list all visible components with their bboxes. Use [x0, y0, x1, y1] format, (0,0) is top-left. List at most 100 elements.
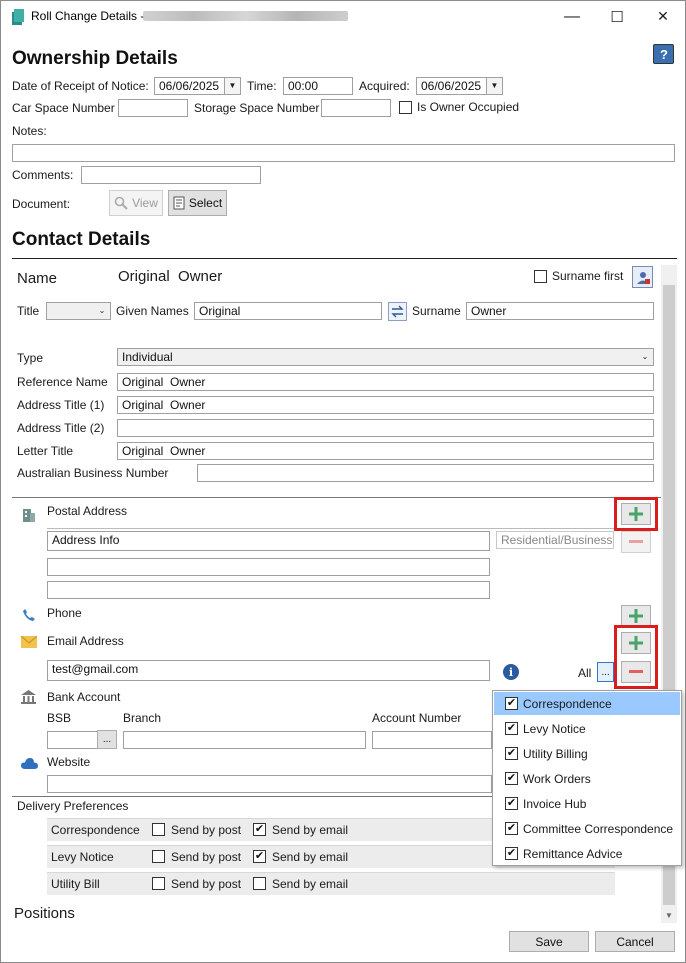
popup-checkbox[interactable]: ✔: [505, 797, 518, 810]
given-names-input[interactable]: Original: [194, 302, 382, 320]
remove-email-button[interactable]: [621, 661, 651, 683]
title-dropdown[interactable]: ⌄: [46, 302, 111, 320]
popup-checkbox[interactable]: ✔: [505, 747, 518, 760]
popup-item-remittance-advice[interactable]: ✔ Remittance Advice: [494, 842, 680, 865]
contact-card-icon[interactable]: [632, 266, 653, 288]
cancel-button[interactable]: Cancel: [595, 931, 675, 952]
add-postal-address-button[interactable]: [621, 503, 651, 525]
remove-postal-address-button[interactable]: [621, 531, 651, 553]
bank-icon: [20, 689, 36, 705]
postal-address-label: Postal Address: [47, 504, 128, 518]
close-button[interactable]: ✕: [640, 1, 686, 32]
address-title2-input[interactable]: [117, 419, 654, 437]
chevron-down-icon[interactable]: ⌄: [637, 349, 653, 365]
popup-checkbox[interactable]: ✔: [505, 847, 518, 860]
bank-account-label: Bank Account: [47, 690, 121, 704]
popup-item-label: Utility Billing: [523, 747, 588, 761]
levy-notice-post-checkbox[interactable]: [152, 850, 165, 863]
chevron-down-icon[interactable]: ⌄: [94, 303, 110, 319]
select-button-label: Select: [188, 196, 223, 210]
surname-label: Surname: [412, 304, 461, 318]
popup-item-label: Remittance Advice: [523, 847, 623, 861]
utility-bill-post-checkbox[interactable]: [152, 877, 165, 890]
date-of-receipt-field[interactable]: 06/06/2025 ▼: [154, 77, 241, 95]
save-button[interactable]: Save: [509, 931, 589, 952]
notes-input[interactable]: [12, 144, 675, 162]
popup-item-correspondence[interactable]: ✔ Correspondence: [494, 692, 680, 715]
svg-text:?: ?: [660, 47, 668, 61]
address-line1-input[interactable]: Address Info: [47, 531, 490, 551]
owner-occupied-checkbox[interactable]: [399, 101, 412, 114]
minus-icon: [629, 670, 643, 673]
swap-icon[interactable]: [388, 302, 407, 321]
storage-space-input[interactable]: [321, 99, 391, 117]
send-by-post-label: Send by post: [171, 850, 242, 864]
address-line2-input[interactable]: [47, 558, 490, 576]
bsb-lookup-button[interactable]: ...: [97, 730, 117, 749]
popup-item-invoice-hub[interactable]: ✔ Invoice Hub: [494, 792, 680, 815]
select-button[interactable]: Select: [168, 190, 227, 216]
account-number-input[interactable]: [372, 731, 492, 749]
abn-input[interactable]: [197, 464, 654, 482]
chevron-down-icon[interactable]: ▼: [486, 78, 502, 94]
popup-checkbox[interactable]: ✔: [505, 822, 518, 835]
acquired-field[interactable]: 06/06/2025 ▼: [416, 77, 503, 95]
bsb-input[interactable]: [47, 731, 98, 749]
surname-first-label: Surname first: [552, 269, 624, 283]
envelope-icon: [20, 635, 38, 649]
comments-input[interactable]: [81, 166, 261, 184]
address-title1-input[interactable]: Original Owner: [117, 396, 654, 414]
popup-checkbox[interactable]: ✔: [505, 697, 518, 710]
abn-label: Australian Business Number: [17, 466, 169, 480]
plus-icon: [629, 636, 643, 650]
correspondence-email-checkbox[interactable]: ✔: [253, 823, 266, 836]
popup-item-levy-notice[interactable]: ✔ Levy Notice: [494, 717, 680, 740]
type-label: Type: [17, 351, 44, 365]
time-label: Time:: [247, 79, 277, 93]
minimize-button[interactable]: —: [549, 1, 595, 32]
levy-notice-email-checkbox[interactable]: ✔: [253, 850, 266, 863]
popup-item-utility-billing[interactable]: ✔ Utility Billing: [494, 742, 680, 765]
email-input[interactable]: test@gmail.com: [47, 660, 490, 681]
popup-item-work-orders[interactable]: ✔ Work Orders: [494, 767, 680, 790]
email-preferences-button[interactable]: ...: [597, 662, 614, 682]
address-title2-label: Address Title (2): [17, 421, 105, 435]
address-type-field[interactable]: Residential/Business: [496, 531, 614, 549]
type-value: Individual: [122, 350, 173, 364]
positions-label[interactable]: Positions: [14, 905, 75, 922]
acquired-value: 06/06/2025: [421, 79, 482, 93]
notes-label: Notes:: [12, 124, 47, 138]
popup-checkbox[interactable]: ✔: [505, 772, 518, 785]
address-title1-label: Address Title (1): [17, 398, 105, 412]
info-icon[interactable]: i: [503, 664, 519, 680]
popup-item-committee-correspondence[interactable]: ✔ Committee Correspondence: [494, 817, 680, 840]
car-space-label: Car Space Number: [12, 101, 115, 115]
roll-change-details-window: Roll Change Details - — ☐ ✕ Ownership De…: [0, 0, 686, 963]
surname-input[interactable]: Owner: [466, 302, 654, 320]
name-value: Original Owner: [118, 268, 223, 285]
help-icon[interactable]: ?: [653, 44, 674, 64]
branch-input[interactable]: [123, 731, 366, 749]
type-dropdown[interactable]: Individual ⌄: [117, 348, 654, 366]
popup-item-label: Invoice Hub: [523, 797, 587, 811]
popup-checkbox[interactable]: ✔: [505, 722, 518, 735]
send-by-post-label: Send by post: [171, 823, 242, 837]
reference-name-input[interactable]: Original Owner: [117, 373, 654, 391]
utility-bill-email-checkbox[interactable]: [253, 877, 266, 890]
redacted-address: [143, 11, 348, 21]
address-line3-input[interactable]: [47, 581, 490, 599]
chevron-down-icon[interactable]: ▼: [224, 78, 240, 94]
car-space-input[interactable]: [118, 99, 188, 117]
time-field[interactable]: 00:00: [283, 77, 353, 95]
add-phone-button[interactable]: [621, 605, 651, 627]
correspondence-post-checkbox[interactable]: [152, 823, 165, 836]
surname-first-checkbox[interactable]: [534, 270, 547, 283]
branch-label: Branch: [123, 711, 162, 725]
add-email-button[interactable]: [621, 632, 651, 654]
scroll-down-arrow-icon[interactable]: ▼: [665, 911, 673, 920]
letter-title-input[interactable]: Original Owner: [117, 442, 654, 460]
maximize-button[interactable]: ☐: [594, 1, 640, 32]
pref-row-label: Utility Bill: [51, 877, 100, 891]
view-button[interactable]: View: [109, 190, 163, 216]
website-input[interactable]: [47, 775, 492, 793]
